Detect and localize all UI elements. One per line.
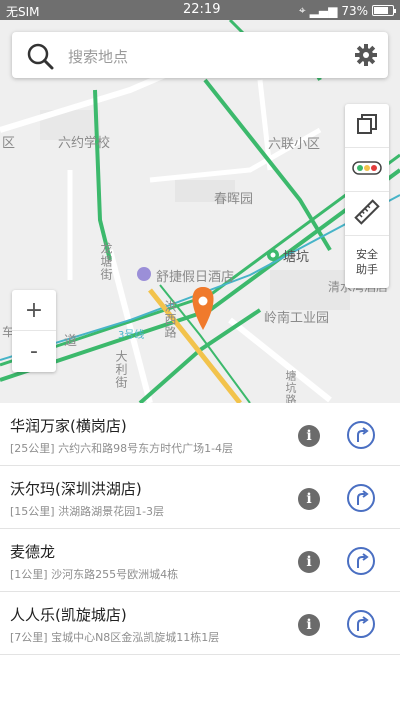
map-label-chunli: 春晖园	[214, 192, 254, 207]
navigate-icon[interactable]	[346, 609, 376, 643]
list-item[interactable]: 沃尔玛(深圳洪湖店) [15公里] 洪湖路湖景花园1-3层 i	[0, 466, 400, 529]
zoom-in-button[interactable]: +	[12, 290, 56, 331]
place-address: [7公里] 宝城中心N8区金泓凯旋城11栋1层	[10, 631, 220, 644]
ruler-icon	[354, 198, 380, 229]
map-label-district: 区	[2, 136, 16, 151]
map-label-hotel: 舒捷假日酒店	[156, 270, 235, 285]
signal-icon: ▂▄▆	[309, 3, 338, 18]
map-label-hongxi: 洪西路	[163, 300, 177, 339]
info-icon[interactable]: i	[298, 425, 320, 447]
layers-icon	[355, 112, 379, 140]
carrier-label: 无SIM	[6, 5, 40, 19]
safety-assistant-button[interactable]: 安全 助手	[345, 236, 389, 288]
place-name: 麦德龙	[10, 543, 56, 561]
app-root: 无SIM 22:19 ⌖ ▂▄▆ 73% 六约学校 六联小区 区 春晖园 塘坑 …	[0, 0, 400, 710]
results-list: 华润万家(横岗店) [25公里] 六约六和路98号东方时代广场1-4层 i 沃尔…	[0, 403, 400, 710]
map-label-liulian: 六联小区	[268, 137, 321, 152]
navigate-icon[interactable]	[346, 420, 376, 454]
status-bar: 无SIM 22:19 ⌖ ▂▄▆ 73%	[0, 0, 400, 20]
layers-button[interactable]	[345, 104, 389, 148]
status-icons: ⌖ ▂▄▆ 73%	[298, 3, 396, 18]
battery-percent: 73%	[341, 3, 368, 18]
list-item[interactable]: 华润万家(横岗店) [25公里] 六约六和路98号东方时代广场1-4层 i	[0, 403, 400, 466]
place-address: [25公里] 六约六和路98号东方时代广场1-4层	[10, 442, 234, 455]
location-icon: ⌖	[298, 3, 306, 17]
map-label-line3: 3号线	[118, 330, 145, 341]
search-input[interactable]: 搜索地点	[68, 46, 128, 67]
map-label-tangkeng-road: 塘坑路	[284, 370, 297, 403]
map-label-liuyue-school: 六约学校	[58, 136, 111, 151]
info-icon[interactable]: i	[298, 488, 320, 510]
safety-label-2: 助手	[356, 263, 378, 276]
ruler-button[interactable]	[345, 192, 389, 236]
search-bar[interactable]: 搜索地点	[12, 32, 388, 78]
zoom-control: + -	[12, 290, 56, 372]
map-label-tangkeng: 塘坑	[283, 250, 310, 265]
map-label-lingnan: 岭南工业园	[264, 311, 330, 326]
list-item[interactable]: 人人乐(凯旋城店) [7公里] 宝城中心N8区金泓凯旋城11栋1层 i	[0, 592, 400, 655]
place-address: [1公里] 沙河东路255号欧洲城4栋	[10, 568, 179, 581]
map-tools: 安全 助手	[345, 104, 389, 288]
map-label-dali: 大利街	[114, 350, 128, 389]
traffic-light-icon	[352, 160, 382, 179]
navigate-icon[interactable]	[346, 483, 376, 517]
search-icon[interactable]	[26, 42, 54, 74]
gear-icon[interactable]	[354, 43, 378, 71]
zoom-out-button[interactable]: -	[12, 331, 56, 372]
list-item[interactable]: 麦德龙 [1公里] 沙河东路255号欧洲城4栋 i	[0, 529, 400, 592]
place-address: [15公里] 洪湖路湖景花园1-3层	[10, 505, 165, 518]
info-icon[interactable]: i	[298, 551, 320, 573]
map-label-longping: 龙塘街	[99, 242, 113, 281]
safety-label-1: 安全	[356, 248, 378, 261]
map-label-dao: 道	[64, 334, 78, 349]
battery-icon	[372, 5, 396, 16]
place-name: 人人乐(凯旋城店)	[10, 606, 127, 624]
traffic-button[interactable]	[345, 148, 389, 192]
clock: 22:19	[183, 2, 221, 17]
info-icon[interactable]: i	[298, 614, 320, 636]
place-name: 华润万家(横岗店)	[10, 417, 127, 435]
navigate-icon[interactable]	[346, 546, 376, 580]
place-name: 沃尔玛(深圳洪湖店)	[10, 480, 142, 498]
